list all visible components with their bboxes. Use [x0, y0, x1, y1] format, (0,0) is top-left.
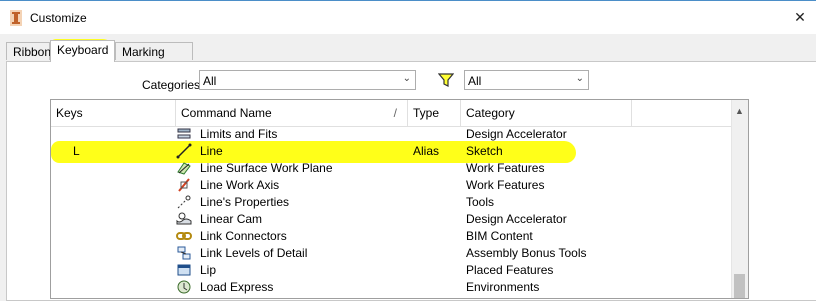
line-properties-icon — [177, 195, 191, 209]
column-resize-handle: / — [393, 106, 397, 120]
tab-keyboard[interactable]: Keyboard — [50, 40, 115, 62]
category-value: Environments — [466, 280, 540, 294]
lip-icon — [177, 264, 191, 276]
window-title: Customize — [30, 11, 87, 25]
column-header-keys[interactable]: Keys — [51, 100, 176, 126]
type-value: Alias — [413, 144, 440, 158]
tab-marking-menu[interactable]: Marking Menu — [115, 42, 193, 77]
column-header-type[interactable]: Type — [408, 100, 461, 126]
limits-and-fits-icon — [177, 128, 191, 139]
category-value: Tools — [466, 195, 495, 209]
chevron-down-icon: ⌄ — [402, 73, 411, 84]
close-icon[interactable]: ✕ — [790, 7, 810, 27]
command-name: Link Levels of Detail — [200, 246, 308, 260]
command-name: Load Express — [200, 280, 274, 294]
category-value: Work Features — [466, 178, 545, 192]
work-plane-icon — [177, 162, 191, 175]
command-name: Line Surface Work Plane — [200, 161, 333, 175]
vertical-scrollbar[interactable]: ▲ — [731, 100, 748, 298]
table-row[interactable]: Line's Properties Tools — [51, 194, 733, 211]
command-name: Line's Properties — [200, 195, 290, 209]
column-header-command-label: Command Name — [181, 106, 272, 120]
table-row[interactable]: L Line Alias Sketch — [51, 143, 733, 160]
work-axis-icon — [178, 178, 190, 192]
grid-header: Keys Command Name / Type Category — [51, 100, 733, 127]
command-name: Line — [200, 144, 223, 158]
command-name: Lip — [200, 263, 217, 277]
categories-value: All — [203, 74, 217, 88]
command-name: Linear Cam — [200, 212, 263, 226]
command-name: Line Work Axis — [200, 178, 280, 192]
scroll-up-icon[interactable]: ▲ — [735, 106, 744, 116]
inventor-app-icon — [10, 10, 22, 26]
title-bar: Customize ✕ — [0, 0, 816, 34]
column-header-command-name[interactable]: Command Name / — [176, 100, 408, 126]
table-row[interactable]: Line Work Axis Work Features — [51, 177, 733, 194]
table-row[interactable]: Line Surface Work Plane Work Features — [51, 160, 733, 177]
table-row[interactable]: Link Levels of Detail Assembly Bonus Too… — [51, 245, 733, 262]
categories-label: Categories — [142, 78, 201, 92]
filter-icon[interactable] — [438, 73, 454, 87]
table-row[interactable]: Linear Cam Design Accelerator — [51, 211, 733, 228]
categories-dropdown[interactable]: All ⌄ — [199, 70, 416, 90]
category-value: BIM Content — [466, 229, 533, 243]
link-levels-icon — [177, 246, 191, 260]
category-value: Placed Features — [466, 263, 554, 277]
keys-value: L — [73, 144, 80, 158]
line-icon — [176, 143, 192, 159]
command-name: Link Connectors — [200, 229, 287, 243]
table-row[interactable]: Lip Placed Features — [51, 262, 733, 279]
chevron-down-icon: ⌄ — [575, 73, 584, 84]
table-row[interactable]: Link Connectors BIM Content — [51, 228, 733, 245]
type-filter-value: All — [468, 74, 482, 88]
category-value: Sketch — [466, 144, 503, 158]
tab-ribbon[interactable]: Ribbon — [6, 42, 51, 60]
column-header-category[interactable]: Category — [461, 100, 632, 126]
linear-cam-icon — [176, 212, 192, 225]
category-value: Assembly Bonus Tools — [466, 246, 587, 260]
category-value: Design Accelerator — [466, 212, 567, 226]
category-value: Work Features — [466, 161, 545, 175]
table-row[interactable]: Load Express Environments — [51, 279, 733, 296]
type-filter-dropdown[interactable]: All ⌄ — [464, 70, 589, 90]
link-connectors-icon — [176, 232, 192, 240]
commands-grid: Keys Command Name / Type Category Limits… — [50, 99, 749, 299]
scrollbar-thumb[interactable] — [734, 274, 745, 298]
load-express-icon — [177, 280, 191, 294]
